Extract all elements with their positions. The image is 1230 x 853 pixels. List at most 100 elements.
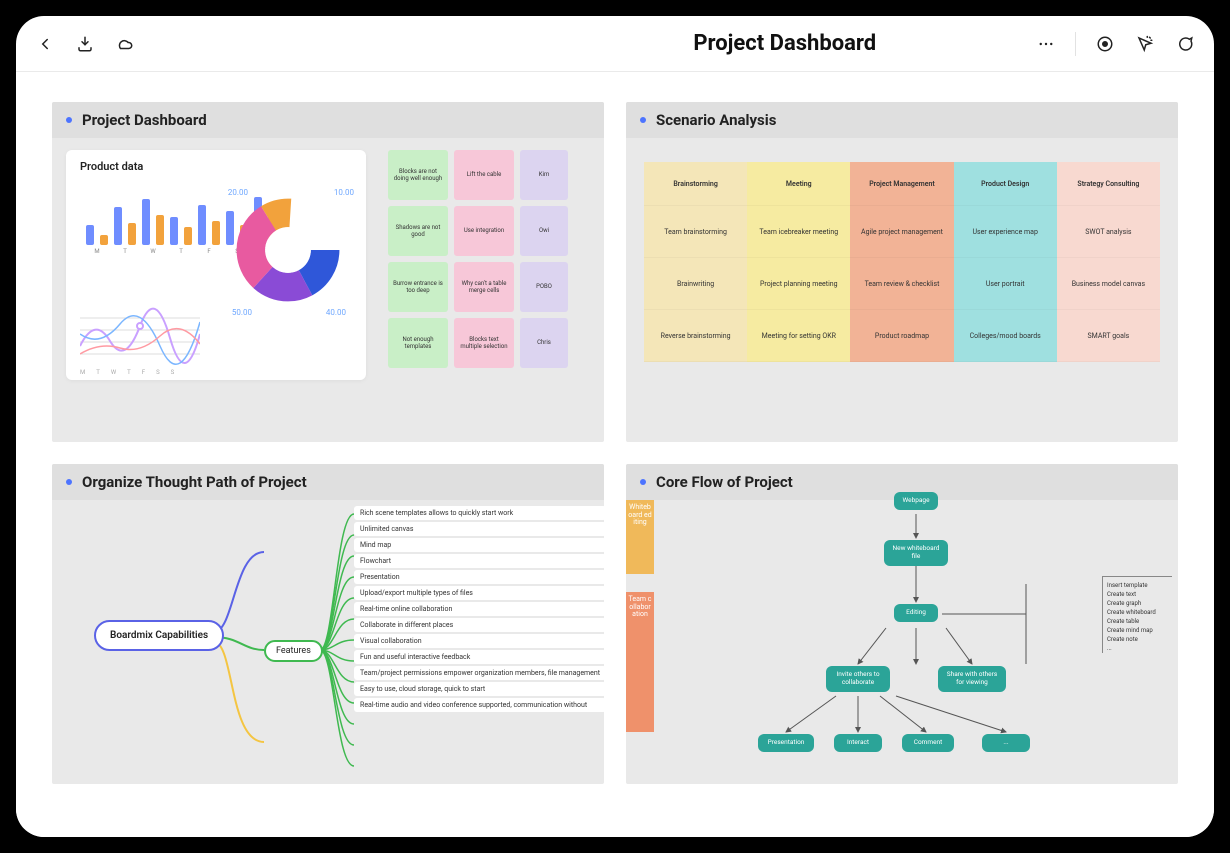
mindmap-root[interactable]: Boardmix Capabilities: [94, 620, 224, 651]
sticky-note[interactable]: Chris: [520, 318, 568, 368]
panel-title: Scenario Analysis: [656, 111, 776, 129]
flow-node-invite[interactable]: Invite others to collaborate: [826, 666, 890, 692]
sticky-note[interactable]: Shadows are not good: [388, 206, 448, 256]
back-icon[interactable]: [34, 33, 56, 55]
flow-node-presentation[interactable]: Presentation: [758, 734, 814, 752]
mindmap-leaf[interactable]: Team/project permissions empower organiz…: [354, 666, 604, 680]
table-cell[interactable]: User experience map: [954, 206, 1057, 258]
sticky-note[interactable]: Not enough templates: [388, 318, 448, 368]
sticky-note[interactable]: Owi: [520, 206, 568, 256]
mindmap-leaf[interactable]: Rich scene templates allows to quickly s…: [354, 506, 604, 520]
cloud-icon[interactable]: [114, 33, 136, 55]
sticky-note[interactable]: Lift the cable: [454, 150, 514, 200]
pointer-wand-icon[interactable]: [1134, 33, 1156, 55]
chat-icon[interactable]: [1174, 33, 1196, 55]
sticky-note[interactable]: Blocks are not doing well enough: [388, 150, 448, 200]
mindmap-leaf[interactable]: Easy to use, cloud storage, quick to sta…: [354, 682, 604, 696]
mindmap-leaf[interactable]: Mind map: [354, 538, 604, 552]
table-cell[interactable]: Team brainstorming: [644, 206, 747, 258]
table-cell[interactable]: Brainwriting: [644, 258, 747, 310]
line-chart-labels: MTWTFSS: [80, 369, 174, 376]
panel-title: Core Flow of Project: [656, 473, 793, 491]
table-header: Meeting: [747, 162, 850, 206]
bullet-icon: [640, 117, 646, 123]
donut-label-br: 40.00: [326, 308, 346, 317]
table-cell[interactable]: Colleges/mood boards: [954, 310, 1057, 362]
table-cell[interactable]: Reverse brainstorming: [644, 310, 747, 362]
bullet-icon: [640, 479, 646, 485]
mindmap-leaf[interactable]: Presentation: [354, 570, 604, 584]
donut-label-bl: 50.00: [232, 308, 252, 317]
table-cell[interactable]: Agile project management: [850, 206, 953, 258]
mindmap-leaf[interactable]: Fun and useful interactive feedback: [354, 650, 604, 664]
panel-header: Project Dashboard: [52, 102, 604, 138]
table-cell[interactable]: Product roadmap: [850, 310, 953, 362]
flow-node-comment[interactable]: Comment: [902, 734, 954, 752]
mindmap-leaf[interactable]: Real-time audio and video conference sup…: [354, 698, 604, 712]
sticky-note[interactable]: Why can't a table merge cells: [454, 262, 514, 312]
flow-stage-whiteboard: Whiteboard editing: [626, 500, 654, 574]
mindmap-leaf[interactable]: Unlimited canvas: [354, 522, 604, 536]
mindmap-leaf[interactable]: Upload/export multiple types of files: [354, 586, 604, 600]
more-icon[interactable]: [1035, 33, 1057, 55]
flow-node-share[interactable]: Share with others for viewing: [938, 666, 1006, 692]
flow-list-item: Create mind map: [1107, 626, 1172, 635]
sticky-note[interactable]: Kim: [520, 150, 568, 200]
flow-list-item: Create note: [1107, 635, 1172, 644]
flowchart[interactable]: Whiteboard editing Team collaboration: [626, 500, 1178, 784]
table-cell[interactable]: User portrait: [954, 258, 1057, 310]
flow-list-item: Create whiteboard: [1107, 608, 1172, 617]
flow-list-item: Insert template: [1107, 581, 1172, 590]
bar: [198, 205, 206, 245]
download-icon[interactable]: [74, 33, 96, 55]
table-cell[interactable]: Team icebreaker meeting: [747, 206, 850, 258]
table-cell[interactable]: SWOT analysis: [1057, 206, 1160, 258]
table-header: Product Design: [954, 162, 1057, 206]
panel-title: Project Dashboard: [82, 111, 207, 129]
product-data-card[interactable]: Product data MTWTFSS MTWTFSS: [66, 150, 366, 380]
canvas[interactable]: Project Dashboard Product data MTWTFSS: [16, 72, 1214, 837]
panel-project-dashboard[interactable]: Project Dashboard Product data MTWTFSS: [52, 102, 604, 442]
flow-node-interact[interactable]: Interact: [834, 734, 882, 752]
flow-node-editing[interactable]: Editing: [894, 604, 938, 622]
table-cell[interactable]: SMART goals: [1057, 310, 1160, 362]
bar: [212, 221, 220, 245]
topbar: Project Dashboard: [16, 16, 1214, 72]
table-cell[interactable]: Meeting for setting OKR: [747, 310, 850, 362]
record-icon[interactable]: [1094, 33, 1116, 55]
bar: [114, 207, 122, 245]
mindmap-leaf[interactable]: Real-time online collaboration: [354, 602, 604, 616]
mindmap[interactable]: Boardmix Capabilities Features Rich scen…: [64, 512, 592, 772]
bar: [184, 227, 192, 245]
flow-list-item: ...: [1107, 644, 1172, 653]
mindmap-leaf[interactable]: Collaborate in different places: [354, 618, 604, 632]
flow-node-webpage[interactable]: Webpage: [894, 492, 938, 510]
mindmap-leaf[interactable]: Flowchart: [354, 554, 604, 568]
table-cell[interactable]: Business model canvas: [1057, 258, 1160, 310]
table-cell[interactable]: Team review & checklist: [850, 258, 953, 310]
flow-node-new-file[interactable]: New whiteboard file: [884, 540, 948, 566]
bar: [156, 215, 164, 245]
donut-chart: [228, 190, 348, 310]
table-cell[interactable]: Project planning meeting: [747, 258, 850, 310]
flow-list-item: Create table: [1107, 617, 1172, 626]
table-header: Strategy Consulting: [1057, 162, 1160, 206]
mindmap-branch-features[interactable]: Features: [264, 640, 323, 662]
sticky-note[interactable]: POBO: [520, 262, 568, 312]
table-header: Project Management: [850, 162, 953, 206]
line-chart: [80, 306, 200, 366]
sticky-note[interactable]: Use integration: [454, 206, 514, 256]
flow-list-item: Create text: [1107, 590, 1172, 599]
flow-list-item: Create graph: [1107, 599, 1172, 608]
sticky-note[interactable]: Blocks text multiple selection: [454, 318, 514, 368]
panel-thought-path[interactable]: Organize Thought Path of Project Boardmi…: [52, 464, 604, 784]
panel-scenario-analysis[interactable]: Scenario Analysis BrainstormingMeetingPr…: [626, 102, 1178, 442]
panel-core-flow[interactable]: Core Flow of Project Whiteboard editing …: [626, 464, 1178, 784]
bar: [142, 199, 150, 245]
mindmap-leaf[interactable]: Visual collaboration: [354, 634, 604, 648]
flow-node-more[interactable]: ...: [982, 734, 1030, 752]
sticky-note[interactable]: Burrow entrance is too deep: [388, 262, 448, 312]
bar: [128, 223, 136, 245]
scenario-table: BrainstormingMeetingProject ManagementPr…: [644, 162, 1160, 362]
bullet-icon: [66, 479, 72, 485]
